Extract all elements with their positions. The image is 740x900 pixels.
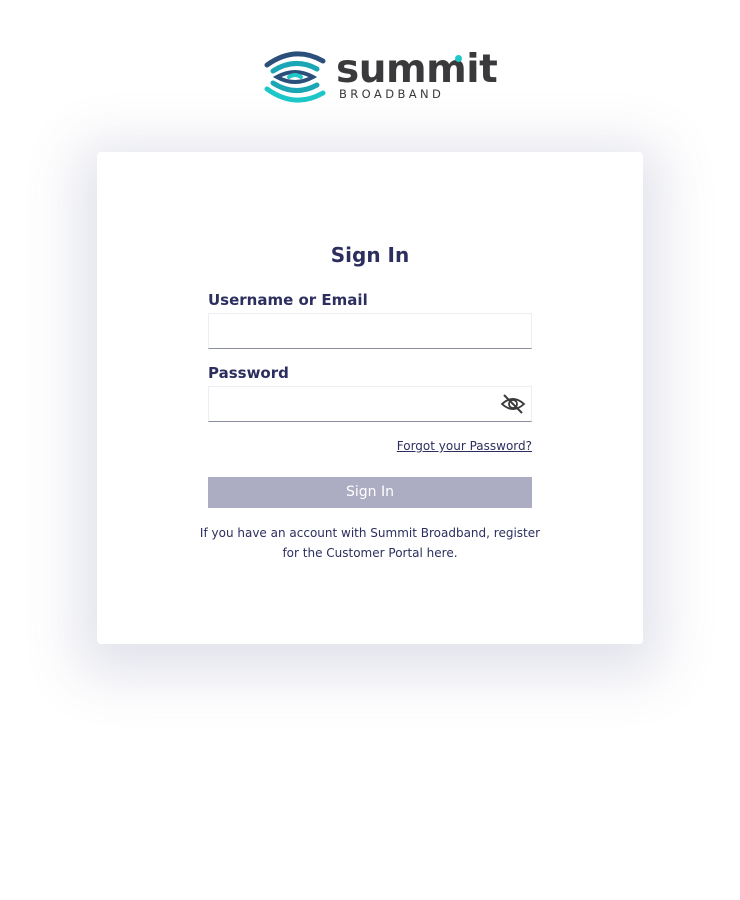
brand-logo: summit BROADBAND <box>263 47 498 105</box>
summit-wave-logo-icon <box>264 51 326 103</box>
brand-subtitle: BROADBAND <box>339 87 445 101</box>
login-page: summit BROADBAND Sign In Username or Ema… <box>0 0 740 900</box>
eye-slash-icon[interactable] <box>500 393 526 415</box>
page-title: Sign In <box>330 243 410 267</box>
password-label: Password <box>208 364 289 382</box>
password-input[interactable] <box>208 386 532 422</box>
username-input[interactable] <box>208 313 532 349</box>
sign-in-button[interactable]: Sign In <box>208 477 532 508</box>
forgot-password-link[interactable]: Forgot your Password? <box>397 438 532 454</box>
sign-in-card: Sign In Username or Email Password Forgo… <box>97 152 643 644</box>
register-text[interactable]: If you have an account with Summit Broad… <box>195 523 545 563</box>
username-label: Username or Email <box>208 291 368 309</box>
brand-wordmark-dot <box>455 55 462 62</box>
